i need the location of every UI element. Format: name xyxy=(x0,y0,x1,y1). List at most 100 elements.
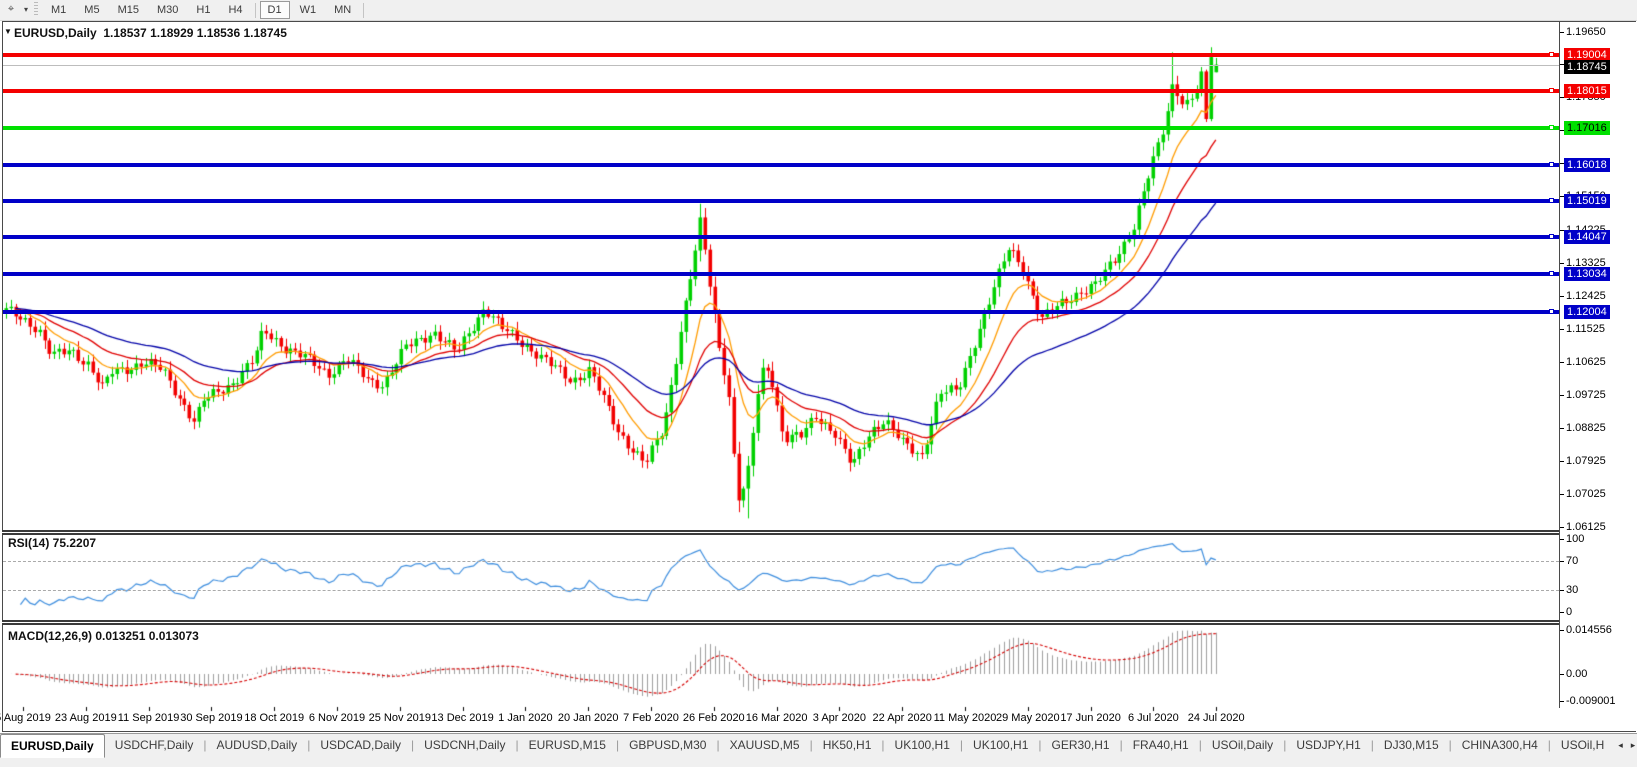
chart-tab-usdchf-daily[interactable]: USDCHF,Daily xyxy=(105,734,204,756)
level-line-1.17016[interactable] xyxy=(3,126,1559,130)
chart-tab-ger30-h1[interactable]: GER30,H1 xyxy=(1042,734,1120,756)
timeframe-toolbar: ⌖ ▾ M1M5M15M30H1H4 D1W1MN xyxy=(0,0,1637,21)
timeframe-buttons: M1M5M15M30H1H4 D1W1MN xyxy=(42,0,367,20)
timeframe-button-M5[interactable]: M5 xyxy=(76,1,107,19)
date-tick-label: 23 Aug 2019 xyxy=(55,712,117,724)
macd-tick: 0.014556 xyxy=(1566,624,1612,636)
macd-tick: 0.00 xyxy=(1566,668,1587,680)
level-handle[interactable] xyxy=(1549,52,1554,57)
price-axis-line xyxy=(1559,21,1560,708)
chart-tab-usoil-daily[interactable]: USOil,Daily xyxy=(1202,734,1283,756)
chart-tab-uk100-h1[interactable]: UK100,H1 xyxy=(963,734,1038,756)
panel-separator-macd[interactable] xyxy=(2,620,1559,625)
price-tick: 1.07025 xyxy=(1566,488,1606,500)
rsi-tick: 30 xyxy=(1566,584,1578,596)
date-tick-label: 6 Nov 2019 xyxy=(309,712,365,724)
date-tick-label: 13 Dec 2019 xyxy=(431,712,493,724)
date-tick-label: 11 May 2020 xyxy=(934,712,997,724)
timeframe-button-D1[interactable]: D1 xyxy=(260,1,290,19)
chart-tab-xauusd-m5[interactable]: XAUUSD,M5 xyxy=(720,734,810,756)
timeframe-button-H1[interactable]: H1 xyxy=(188,1,218,19)
date-tick-label: 22 Apr 2020 xyxy=(873,712,932,724)
timeframe-button-M15[interactable]: M15 xyxy=(110,1,147,19)
price-tick: 1.11525 xyxy=(1566,323,1605,335)
level-line-1.19004[interactable] xyxy=(3,53,1559,57)
rsi-tick: 70 xyxy=(1566,555,1578,567)
level-line-1.15019[interactable] xyxy=(3,199,1559,203)
crosshair-tool-icon[interactable]: ⌖ xyxy=(2,2,20,17)
price-tick: 1.06125 xyxy=(1566,521,1606,533)
date-tick-label: 5 Aug 2019 xyxy=(0,712,51,724)
level-price-label: 1.12004 xyxy=(1564,305,1610,319)
price-tick: 1.12425 xyxy=(1566,290,1606,302)
chart-tab-china300-h4[interactable]: CHINA300,H4 xyxy=(1452,734,1548,756)
price-tick: 1.08825 xyxy=(1566,422,1606,434)
date-tick-label: 11 Sep 2019 xyxy=(118,712,180,724)
collapse-triangle-icon[interactable]: ▼ xyxy=(4,27,12,36)
chart-tab-hk50-h1[interactable]: HK50,H1 xyxy=(813,734,882,756)
toolbar-divider xyxy=(255,3,256,18)
level-handle[interactable] xyxy=(1549,125,1554,130)
level-handle[interactable] xyxy=(1549,88,1554,93)
date-tick-label: 17 Jun 2020 xyxy=(1060,712,1121,724)
level-price-label: 1.18015 xyxy=(1564,84,1610,98)
date-tick-label: 3 Apr 2020 xyxy=(813,712,866,724)
level-line-1.13034[interactable] xyxy=(3,272,1559,276)
rsi-tick: 100 xyxy=(1566,533,1584,545)
date-tick-label: 20 Jan 2020 xyxy=(558,712,619,724)
chart-tab-eurusd-daily[interactable]: EURUSD,Daily xyxy=(0,734,105,758)
price-tick: 1.09725 xyxy=(1566,389,1606,401)
panel-separator-rsi[interactable] xyxy=(2,530,1559,535)
date-tick-label: 25 Nov 2019 xyxy=(369,712,431,724)
timeframe-button-W1[interactable]: W1 xyxy=(292,1,325,19)
rsi-guide-line-30 xyxy=(3,590,1559,591)
rsi-indicator-label: RSI(14) 75.2207 xyxy=(8,536,96,550)
level-handle[interactable] xyxy=(1549,271,1554,276)
chart-canvas[interactable] xyxy=(0,0,1637,766)
toolbar-divider xyxy=(363,3,364,18)
chart-tab-usdcnh-daily[interactable]: USDCNH,Daily xyxy=(414,734,515,756)
chart-tab-usdjpy-h1[interactable]: USDJPY,H1 xyxy=(1286,734,1370,756)
tab-scroll-left-icon[interactable]: ◂ xyxy=(1614,734,1627,756)
chart-tab-usdcad-daily[interactable]: USDCAD,Daily xyxy=(310,734,411,756)
level-price-label: 1.13034 xyxy=(1564,267,1610,281)
level-price-label: 1.14047 xyxy=(1564,230,1610,244)
chart-tab-eurusd-m15[interactable]: EURUSD,M15 xyxy=(519,734,616,756)
chart-tab-usoil-h[interactable]: USOil,H xyxy=(1551,734,1614,756)
level-price-label: 1.17016 xyxy=(1564,121,1610,135)
level-price-label: 1.15019 xyxy=(1564,194,1610,208)
date-tick-label: 1 Jan 2020 xyxy=(498,712,552,724)
date-tick-label: 30 Sep 2019 xyxy=(180,712,242,724)
date-tick-label: 7 Feb 2020 xyxy=(623,712,679,724)
chart-tab-audusd-daily[interactable]: AUDUSD,Daily xyxy=(207,734,308,756)
chart-tab-dj30-m15[interactable]: DJ30,M15 xyxy=(1374,734,1449,756)
rsi-guide-line-70 xyxy=(3,561,1559,562)
level-handle[interactable] xyxy=(1549,309,1554,314)
tab-scroll-right-icon[interactable]: ▸ xyxy=(1627,734,1637,756)
date-tick-label: 18 Oct 2019 xyxy=(244,712,304,724)
chevron-down-icon[interactable]: ▾ xyxy=(20,2,32,17)
date-tick-label: 16 Mar 2020 xyxy=(746,712,808,724)
level-line-1.18015[interactable] xyxy=(3,89,1559,93)
toolbar-grip[interactable] xyxy=(34,2,38,17)
level-handle[interactable] xyxy=(1549,234,1554,239)
level-line-1.12004[interactable] xyxy=(3,310,1559,314)
price-tick: 1.07925 xyxy=(1566,455,1606,467)
rsi-tick: 0 xyxy=(1566,606,1572,618)
date-tick-label: 29 May 2020 xyxy=(996,712,1060,724)
level-line-1.14047[interactable] xyxy=(3,235,1559,239)
timeframe-button-H4[interactable]: H4 xyxy=(220,1,250,19)
chart-tab-uk100-h1[interactable]: UK100,H1 xyxy=(885,734,960,756)
chart-tab-fra40-h1[interactable]: FRA40,H1 xyxy=(1123,734,1199,756)
date-tick-label: 6 Jul 2020 xyxy=(1128,712,1179,724)
level-line-1.16018[interactable] xyxy=(3,163,1559,167)
price-tick: 1.10625 xyxy=(1566,356,1606,368)
timeframe-button-M30[interactable]: M30 xyxy=(149,1,186,19)
timeframe-button-MN[interactable]: MN xyxy=(326,1,359,19)
date-tick-label: 26 Feb 2020 xyxy=(683,712,745,724)
level-handle[interactable] xyxy=(1549,162,1554,167)
chart-tab-gbpusd-m30[interactable]: GBPUSD,M30 xyxy=(619,734,716,756)
level-handle[interactable] xyxy=(1549,198,1554,203)
current-price-label: 1.18745 xyxy=(1564,60,1610,74)
timeframe-button-M1[interactable]: M1 xyxy=(43,1,74,19)
